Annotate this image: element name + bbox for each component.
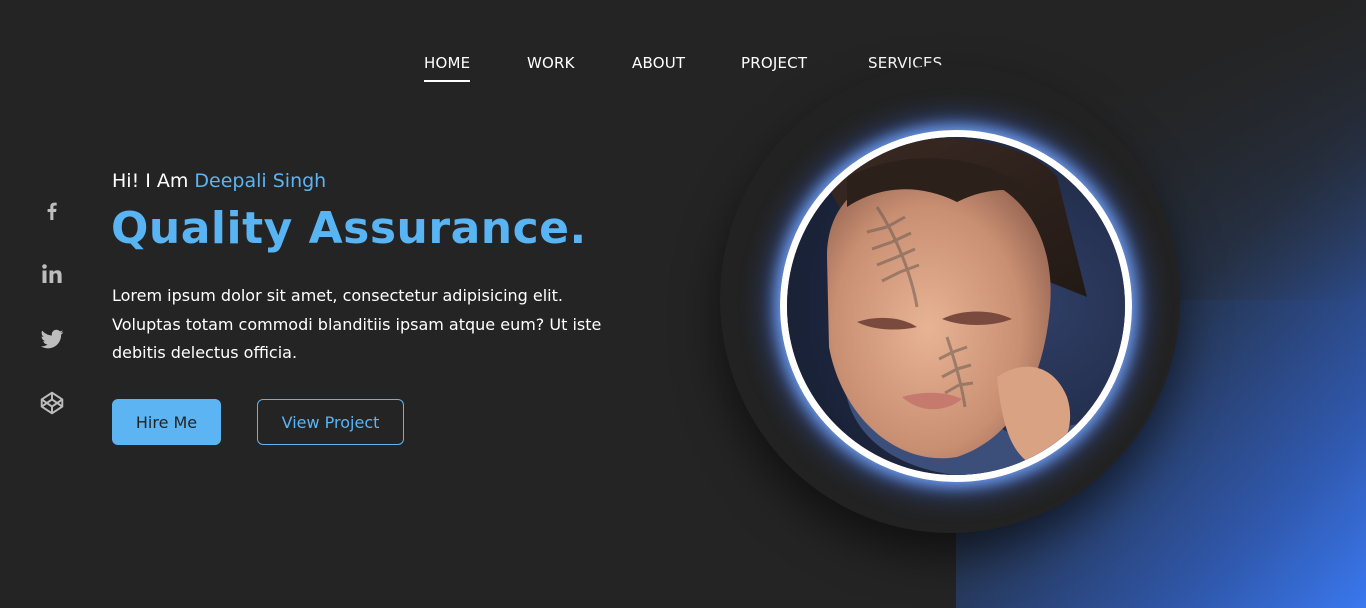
linkedin-icon: [42, 264, 62, 283]
facebook-icon: [47, 202, 57, 220]
hire-me-button[interactable]: Hire Me: [112, 399, 221, 445]
nav-item-project[interactable]: PROJECT: [741, 54, 807, 72]
linkedin-link[interactable]: [36, 258, 68, 290]
twitter-icon: [40, 329, 64, 349]
greeting: Hi! I Am Deepali Singh: [112, 170, 326, 192]
codepen-icon: [40, 391, 64, 415]
nav-item-work[interactable]: WORK: [527, 54, 575, 72]
profile-photo: [780, 130, 1132, 482]
main-nav: HOME WORK ABOUT PROJECT SERVICES: [0, 54, 1366, 84]
twitter-link[interactable]: [36, 323, 68, 355]
view-project-button[interactable]: View Project: [257, 399, 404, 445]
nav-item-home[interactable]: HOME: [424, 54, 471, 82]
hero-description: Lorem ipsum dolor sit amet, consectetur …: [112, 286, 602, 362]
greeting-prefix: Hi! I Am: [112, 170, 195, 192]
nav-item-about[interactable]: ABOUT: [632, 54, 685, 72]
profile-photo-illustration: [787, 137, 1125, 475]
facebook-link[interactable]: [36, 195, 68, 227]
greeting-name: Deepali Singh: [194, 170, 327, 192]
hero-headline: Quality Assurance.: [111, 203, 587, 254]
codepen-link[interactable]: [36, 387, 68, 419]
